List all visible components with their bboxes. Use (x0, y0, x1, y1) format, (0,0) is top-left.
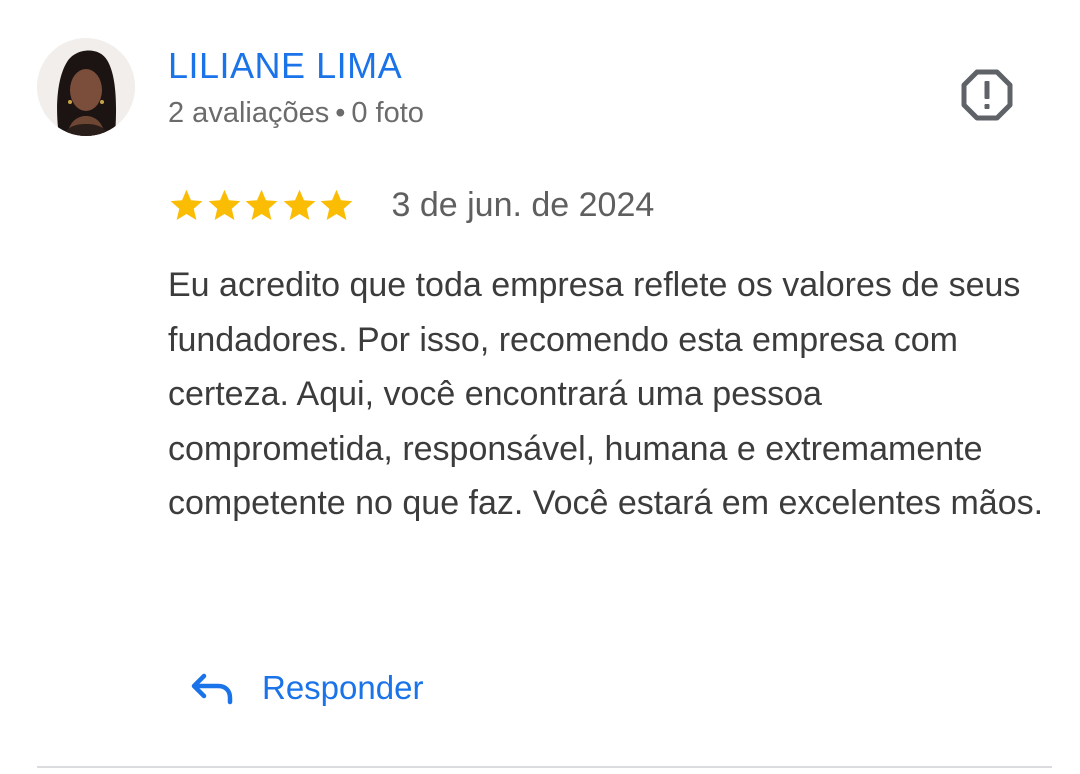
star-icon (245, 189, 278, 220)
avatar-portrait-icon (37, 38, 135, 136)
star-icon (320, 189, 353, 220)
star-icon (208, 189, 240, 220)
meta-separator: • (335, 97, 346, 129)
author-stats: 2 avaliações • 0 foto (168, 94, 424, 132)
reply-button[interactable]: Responder (190, 660, 423, 716)
reviews-count: 2 avaliações (168, 97, 330, 129)
report-flag-icon (961, 69, 1013, 121)
star-icon (170, 189, 203, 220)
rating-row: 3 de jun. de 2024 (168, 180, 654, 230)
star-icon (283, 189, 315, 220)
review-date: 3 de jun. de 2024 (391, 185, 655, 224)
reply-label: Responder (262, 669, 424, 706)
divider (37, 766, 1052, 768)
reply-arrow-icon (191, 673, 233, 705)
author-avatar[interactable] (37, 38, 135, 136)
review-card: LILIANE LIMA 2 avaliações • 0 foto 3 de ju… (0, 0, 1080, 774)
photos-count: 0 foto (351, 97, 424, 129)
author-name[interactable]: LILIANE LIMA (168, 44, 402, 88)
report-review-button[interactable] (958, 66, 1016, 124)
star-rating (168, 187, 356, 224)
review-text: Eu acredito que toda empresa reflete os … (168, 266, 1044, 523)
